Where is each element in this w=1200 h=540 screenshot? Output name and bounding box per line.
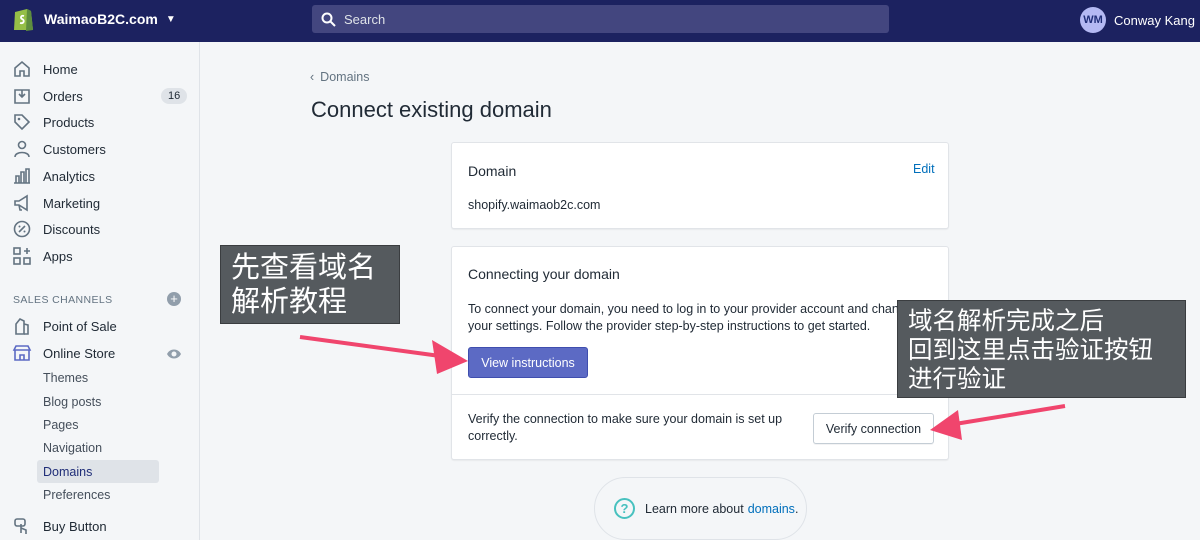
sidebar-item-label: Discounts <box>43 221 101 237</box>
sidebar-subitem-blog-posts[interactable]: Blog posts <box>37 390 159 413</box>
sidebar-subitem-domains[interactable]: Domains <box>37 460 159 483</box>
sidebar-item-label: Home <box>43 61 78 77</box>
user-name: Conway Kang <box>1114 12 1195 28</box>
store-name: WaimaoB2C.com <box>44 11 158 27</box>
person-icon <box>14 140 30 158</box>
sidebar-item-buy-button[interactable]: Buy Button <box>0 513 200 539</box>
annotation-line: 解析教程 <box>231 284 348 318</box>
sidebar-item-home[interactable]: Home <box>0 56 200 82</box>
verify-connection-button[interactable]: Verify connection <box>813 413 934 444</box>
learn-more-banner: ? Learn more about domains. <box>594 477 807 540</box>
tag-icon <box>14 114 31 131</box>
annotation-line: 域名解析完成之后 <box>908 306 1104 335</box>
sidebar-item-marketing[interactable]: Marketing <box>0 190 200 216</box>
edit-domain-link[interactable]: Edit <box>913 162 935 176</box>
sidebar-item-products[interactable]: Products <box>0 109 200 135</box>
annotation-note-verify: 域名解析完成之后 回到这里点击验证按钮 进行验证 <box>897 300 1186 398</box>
apps-icon <box>13 247 31 265</box>
sidebar-item-orders[interactable]: Orders 16 <box>0 83 200 109</box>
sidebar-item-discounts[interactable]: Discounts <box>0 216 200 242</box>
user-menu[interactable]: WM Conway Kang <box>1080 7 1195 33</box>
sidebar: Home Orders 16 Products Customers Analyt… <box>0 42 200 540</box>
sidebar-item-label: Orders <box>43 88 83 104</box>
domain-value: shopify.waimaob2c.com <box>468 198 601 212</box>
home-icon <box>14 60 30 77</box>
connect-card-title: Connecting your domain <box>468 266 620 282</box>
sidebar-item-label: Point of Sale <box>43 318 117 334</box>
breadcrumb[interactable]: ‹ Domains <box>310 70 370 84</box>
sidebar-item-customers[interactable]: Customers <box>0 136 200 162</box>
verify-description: Verify the connection to make sure your … <box>468 412 783 443</box>
annotation-note-view-tutorial: 先查看域名 解析教程 <box>220 245 400 324</box>
sidebar-subitem-preferences[interactable]: Preferences <box>37 483 159 506</box>
connect-domain-card: Connecting your domain To connect your d… <box>451 246 950 460</box>
analytics-icon <box>14 168 30 184</box>
chevron-left-icon: ‹ <box>310 70 315 84</box>
help-icon: ? <box>614 498 635 519</box>
learn-more-suffix: . <box>794 501 799 516</box>
sidebar-item-label: Products <box>43 114 95 130</box>
orders-count-badge: 16 <box>161 88 188 104</box>
breadcrumb-label: Domains <box>320 70 370 84</box>
domain-card-title: Domain <box>468 163 517 179</box>
store-icon <box>12 345 32 361</box>
arrow-to-verify-button <box>930 404 1066 440</box>
search-icon <box>321 12 336 27</box>
arrow-to-view-instructions <box>299 335 468 374</box>
annotation-line: 回到这里点击验证按钮 <box>908 335 1153 364</box>
sidebar-subitem-pages[interactable]: Pages <box>37 413 159 436</box>
store-switcher[interactable]: WaimaoB2C.com ▼ <box>12 6 176 32</box>
sidebar-item-point-of-sale[interactable]: Point of Sale <box>0 313 200 339</box>
learn-more-domains-link[interactable]: domains <box>748 502 795 516</box>
megaphone-icon <box>14 194 28 212</box>
shopify-logo-icon <box>14 9 33 31</box>
annotation-line: 进行验证 <box>908 364 1006 393</box>
sidebar-subitem-navigation[interactable]: Navigation <box>37 436 159 459</box>
avatar: WM <box>1080 7 1106 33</box>
sidebar-item-label: Marketing <box>43 195 101 211</box>
pos-icon <box>15 317 29 335</box>
discount-icon <box>13 220 31 238</box>
sales-channels-heading: SALES CHANNELS <box>13 294 113 306</box>
search-input[interactable]: Search <box>312 5 889 33</box>
orders-icon <box>14 89 30 104</box>
sidebar-subitem-themes[interactable]: Themes <box>37 366 159 389</box>
page-title: Connect existing domain <box>311 97 552 122</box>
eye-icon[interactable] <box>166 347 182 361</box>
chevron-down-icon: ▼ <box>165 13 176 25</box>
domain-card: Domain Edit shopify.waimaob2c.com <box>451 142 949 229</box>
connect-description: To connect your domain, you need to log … <box>468 302 913 333</box>
buy-button-icon <box>14 518 27 534</box>
sidebar-item-label: Customers <box>43 141 106 157</box>
view-instructions-button[interactable]: View instructions <box>468 347 588 378</box>
search-placeholder: Search <box>344 11 386 27</box>
top-bar: WaimaoB2C.com ▼ Search WM Conway Kang <box>0 0 1200 42</box>
divider <box>452 394 950 395</box>
sidebar-item-analytics[interactable]: Analytics <box>0 163 200 189</box>
sidebar-item-apps[interactable]: Apps <box>0 243 200 269</box>
learn-more-text: Learn more about <box>645 501 744 516</box>
add-channel-icon[interactable]: + <box>167 292 181 306</box>
sidebar-item-label: Analytics <box>43 168 96 184</box>
sidebar-item-label: Online Store <box>43 345 116 361</box>
sidebar-item-label: Apps <box>43 248 73 264</box>
annotation-line: 先查看域名 <box>231 250 377 284</box>
sidebar-item-label: Buy Button <box>43 518 107 534</box>
